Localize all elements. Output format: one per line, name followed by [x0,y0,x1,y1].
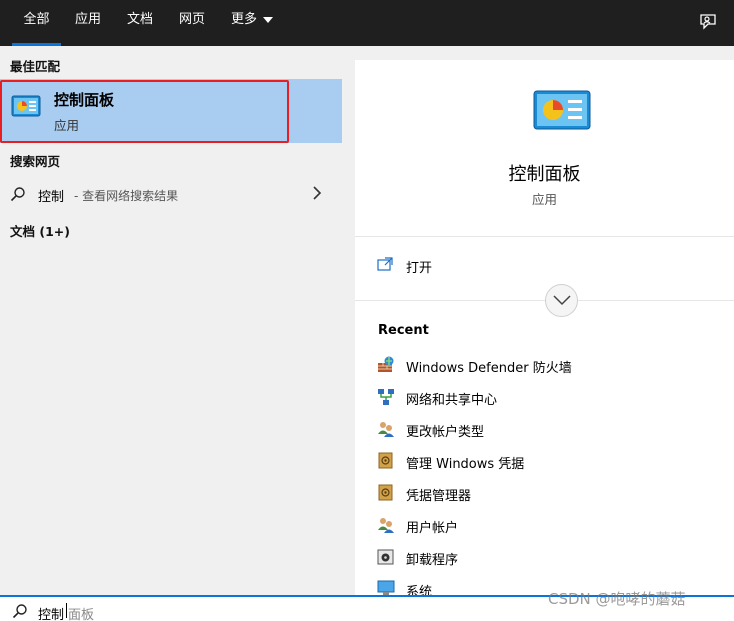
search-icon [12,604,27,619]
recent-item-account-type[interactable]: 更改帐户类型 [377,418,717,446]
documents-heading[interactable]: 文档 (1+) [10,221,70,240]
chevron-down-icon [263,16,273,23]
tab-more-label: 更多 [230,12,257,27]
results-pane: 最佳匹配 控制面板 应用 搜索网页 控制 - 查看网络搜索结果 文档 (1+) [0,46,342,595]
divider [355,236,734,237]
search-icon [10,187,25,202]
tab-all-label: 全部 [23,12,50,27]
tab-all[interactable]: 全部 [12,0,61,46]
feedback-icon[interactable] [698,12,718,32]
credential-icon [378,484,393,501]
recent-item-network[interactable]: 网络和共享中心 [377,386,717,414]
web-search-query: 控制 [38,190,65,205]
preview-pane: 控制面板 应用 打开 Recent Windows Defender 防火墙 网… [355,60,734,600]
tab-apps-label: 应用 [74,12,101,27]
recent-item-label: 管理 Windows 凭据 [406,457,525,472]
app-type: 应用 [531,192,557,207]
users-icon [378,422,394,437]
open-label: 打开 [406,261,433,276]
app-title: 控制面板 [508,164,581,185]
open-icon [377,257,393,271]
recent-item-label: 卸载程序 [406,553,459,568]
search-scope-bar: 全部 应用 文档 网页 更多 [0,0,734,46]
programs-icon [377,549,394,565]
web-search-hint: - 查看网络搜索结果 [74,189,179,203]
chevron-right-icon[interactable] [312,186,322,200]
users-icon [378,518,394,533]
expand-button[interactable] [545,284,578,317]
search-input-text[interactable]: 控制 [38,604,64,621]
network-icon [378,389,394,405]
recent-item-user-accounts[interactable]: 用户帐户 [377,514,717,542]
recent-item-windows-credentials[interactable]: 管理 Windows 凭据 [377,450,717,478]
tab-documents[interactable]: 文档 [120,0,160,46]
tab-web-label: 网页 [178,12,205,27]
recent-item-label: 更改帐户类型 [406,425,485,440]
recent-item-label: Windows Defender 防火墙 [406,361,572,376]
open-action[interactable]: 打开 [355,252,734,282]
tab-apps[interactable]: 应用 [68,0,108,46]
recent-item-credential-manager[interactable]: 凭据管理器 [377,482,717,510]
tab-documents-label: 文档 [126,12,153,27]
firewall-icon [378,356,394,372]
text-cursor [66,603,67,618]
highlight-outline [0,80,289,143]
control-panel-icon [533,90,591,130]
best-match-heading: 最佳匹配 [10,59,61,74]
search-suggestion: 面板 [68,608,95,621]
recent-item-label: 凭据管理器 [406,489,472,504]
web-search-result[interactable]: 控制 - 查看网络搜索结果 [0,179,342,209]
watermark: CSDN @咆哮的蘑菇 [548,590,686,608]
recent-item-label: 网络和共享中心 [406,393,498,408]
credential-icon [378,452,393,469]
recent-item-label: 用户帐户 [406,521,459,536]
recent-item-firewall[interactable]: Windows Defender 防火墙 [377,354,717,382]
tab-more[interactable]: 更多 [226,0,278,46]
tab-web[interactable]: 网页 [172,0,212,46]
recent-heading: Recent [378,323,429,338]
chevron-down-icon [553,295,571,306]
web-search-heading: 搜索网页 [10,154,61,169]
recent-item-uninstall[interactable]: 卸载程序 [377,546,717,574]
